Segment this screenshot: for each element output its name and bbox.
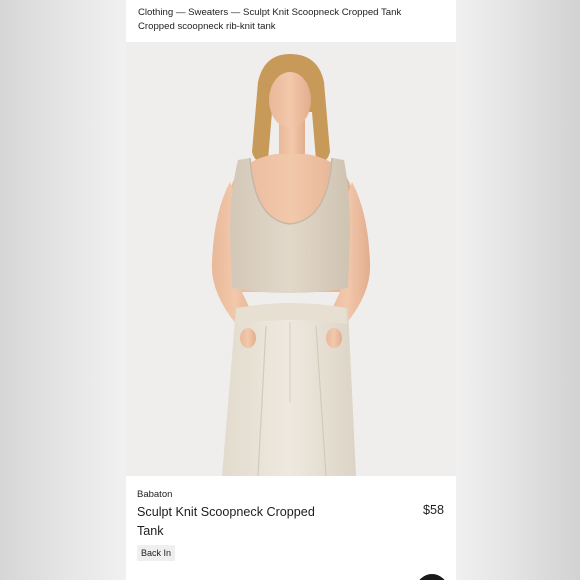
breadcrumb-path[interactable]: Clothing — Sweaters — Sculpt Knit Scoopn… xyxy=(138,6,448,20)
floating-action-button[interactable] xyxy=(416,574,448,580)
product-subtitle: Cropped scoopneck rib-knit tank xyxy=(138,21,276,32)
product-screen: Clothing — Sweaters — Sculpt Knit Scoopn… xyxy=(126,0,456,580)
product-image[interactable] xyxy=(126,42,456,476)
product-title: Sculpt Knit Scoopneck Cropped Tank xyxy=(137,505,315,538)
product-price: $58 xyxy=(422,503,444,517)
product-info: Babaton Sculpt Knit Scoopneck Cropped Ta… xyxy=(126,476,456,580)
status-badge: Back In xyxy=(137,545,176,561)
brand-name[interactable]: Babaton xyxy=(137,489,172,500)
breadcrumb: Clothing — Sweaters — Sculpt Knit Scoopn… xyxy=(138,6,448,34)
